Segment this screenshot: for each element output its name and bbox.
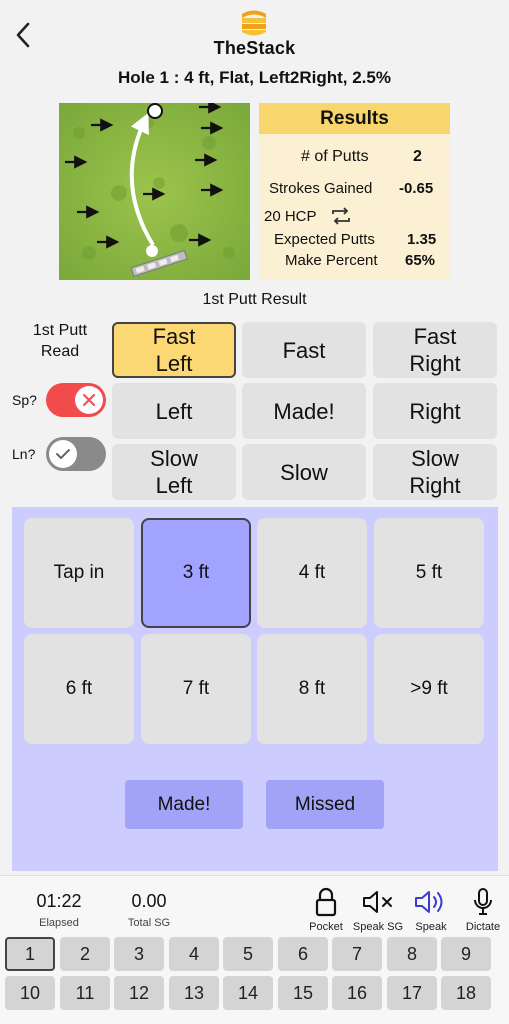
read-fast[interactable]: Fast	[242, 322, 366, 378]
speaker-wave-icon	[415, 891, 443, 913]
swap-handicap-button[interactable]	[329, 205, 353, 232]
pocket-button[interactable]: Pocket	[299, 886, 353, 933]
hole-button[interactable]: 18	[441, 976, 491, 1010]
dictate-button[interactable]: Dictate	[456, 886, 509, 933]
distance-tap-in[interactable]: Tap in	[24, 518, 134, 628]
speaker-muted-icon	[363, 891, 392, 913]
dictate-label: Dictate	[465, 921, 501, 933]
putt-green-diagram	[59, 103, 250, 280]
hole-button[interactable]: 15	[278, 976, 328, 1010]
putt-read-label: 1st Putt Read	[32, 322, 88, 360]
make-percent-label: Make Percent	[285, 252, 378, 269]
hole-button[interactable]: 4	[169, 937, 219, 971]
missed-button[interactable]: Missed	[266, 780, 384, 829]
read-slow[interactable]: Slow	[242, 444, 366, 500]
read-left[interactable]: Left	[112, 383, 236, 439]
read-right[interactable]: Right	[373, 383, 497, 439]
hole-button[interactable]: 8	[387, 937, 437, 971]
putt-result-title: 1st Putt Result	[202, 291, 307, 308]
distance-4ft[interactable]: 4 ft	[257, 518, 367, 628]
results-card: Results # of Putts 2 Strokes Gained -0.6…	[259, 103, 450, 280]
hole-button[interactable]: 2	[60, 937, 110, 971]
read-fast-left[interactable]: Fast Left	[112, 322, 236, 378]
speed-toggle[interactable]	[46, 383, 106, 417]
hole-button[interactable]: 9	[441, 937, 491, 971]
results-title: Results	[259, 103, 450, 134]
lock-icon	[315, 887, 337, 917]
hole-button[interactable]: 5	[223, 937, 273, 971]
strokes-gained-label: Strokes Gained	[269, 180, 373, 197]
speak-sg-button[interactable]: Speak SG	[351, 886, 405, 933]
distance-9ft-plus[interactable]: >9 ft	[374, 634, 484, 744]
hole-button[interactable]: 3	[114, 937, 164, 971]
hole-button[interactable]: 13	[169, 976, 219, 1010]
speak-button[interactable]: Speak	[404, 886, 458, 933]
pocket-label: Pocket	[309, 921, 343, 933]
microphone-icon	[474, 888, 492, 915]
expected-putts-label: Expected Putts	[274, 231, 375, 248]
read-fast-right[interactable]: Fast Right	[373, 322, 497, 378]
distance-5ft[interactable]: 5 ft	[374, 518, 484, 628]
made-button[interactable]: Made!	[125, 780, 243, 829]
elapsed-label: Elapsed	[39, 917, 79, 929]
distance-7ft[interactable]: 7 ft	[141, 634, 251, 744]
hole-button[interactable]: 1	[5, 937, 55, 971]
strokes-gained-value: -0.65	[399, 180, 434, 197]
putts-value: 2	[413, 148, 422, 165]
line-toggle-label: Ln?	[12, 446, 36, 462]
hole-button[interactable]: 12	[114, 976, 164, 1010]
expected-putts-value: 1.35	[407, 231, 437, 248]
read-made[interactable]: Made!	[242, 383, 366, 439]
repeat-icon	[332, 207, 350, 225]
handicap-label: 20 HCP	[264, 208, 317, 225]
close-icon	[83, 394, 95, 406]
speed-toggle-label: Sp?	[12, 392, 37, 408]
hole-button[interactable]: 16	[332, 976, 382, 1010]
hole-button[interactable]: 6	[278, 937, 328, 971]
distance-panel: Tap in 3 ft 4 ft 5 ft 6 ft 7 ft 8 ft >9 …	[12, 507, 498, 871]
app-logo	[238, 8, 270, 38]
checkmark-icon	[56, 449, 70, 459]
hole-button[interactable]: 14	[223, 976, 273, 1010]
read-slow-left[interactable]: Slow Left	[112, 444, 236, 500]
hole-title: Hole 1 : 4 ft, Flat, Left2Right, 2.5%	[118, 68, 391, 87]
distance-8ft[interactable]: 8 ft	[257, 634, 367, 744]
brand-name: TheStack	[213, 38, 296, 58]
hole-button[interactable]: 11	[60, 976, 110, 1010]
putts-label: # of Putts	[301, 148, 369, 165]
hole-button[interactable]: 7	[332, 937, 382, 971]
make-percent-value: 65%	[405, 252, 436, 269]
hole-button[interactable]: 10	[5, 976, 55, 1010]
line-toggle[interactable]	[46, 437, 106, 471]
distance-6ft[interactable]: 6 ft	[24, 634, 134, 744]
read-slow-right[interactable]: Slow Right	[373, 444, 497, 500]
total-sg-value: 0.00	[131, 891, 167, 911]
elapsed-value: 01:22	[36, 891, 82, 911]
hole-button[interactable]: 17	[387, 976, 437, 1010]
speak-label: Speak	[415, 921, 447, 933]
speak-sg-label: Speak SG	[352, 921, 404, 933]
distance-3ft[interactable]: 3 ft	[141, 518, 251, 628]
bottom-bar: 01:22 Elapsed 0.00 Total SG Pocket Speak…	[0, 875, 509, 1024]
total-sg-label: Total SG	[127, 917, 171, 929]
